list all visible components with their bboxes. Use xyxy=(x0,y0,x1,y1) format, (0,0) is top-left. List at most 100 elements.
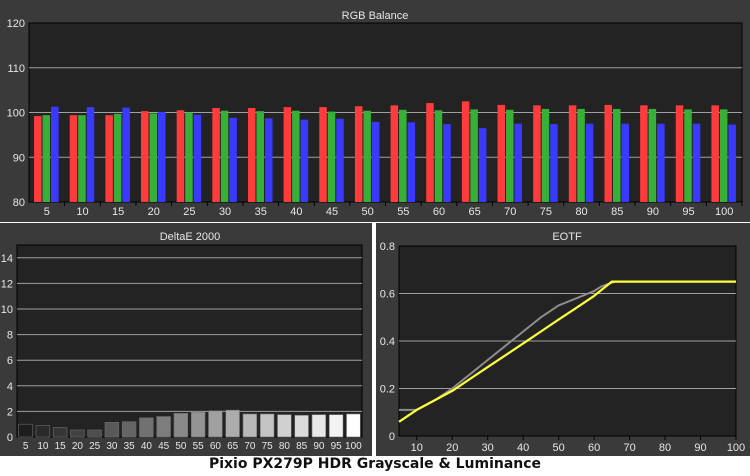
deltae-bar xyxy=(18,423,33,438)
deltae-bar xyxy=(173,413,189,438)
eotf-x-tick-label: 10 xyxy=(411,442,423,454)
eotf-chart-title: EOTF xyxy=(552,231,582,243)
rgb-bar-blue xyxy=(158,112,166,202)
rgb-bar-red xyxy=(640,105,648,202)
rgb-y-tick-label: 120 xyxy=(7,18,25,30)
rgb-x-tick-label: 85 xyxy=(611,206,623,218)
rgb-bar-blue xyxy=(229,117,237,202)
deltae-y-tick-label: 10 xyxy=(1,304,13,316)
rgb-bar-red xyxy=(533,105,541,202)
rgb-y-tick-label: 90 xyxy=(13,152,25,164)
rgb-bar-blue xyxy=(657,123,665,202)
rgb-bar-red xyxy=(176,110,185,202)
rgb-bar-green xyxy=(327,111,336,202)
rgb-x-tick-label: 90 xyxy=(647,206,659,218)
rgb-x-tick-label: 15 xyxy=(112,206,124,218)
eotf-y-tick-label: 0.8 xyxy=(380,241,395,253)
rgb-bar-green xyxy=(648,108,657,202)
deltae-y-tick-label: 4 xyxy=(7,381,13,393)
rgb-x-tick-label: 35 xyxy=(255,206,267,218)
deltae-x-tick-label: 90 xyxy=(313,441,325,452)
rgb-y-tick-label: 80 xyxy=(13,197,25,209)
deltae-x-tick-label: 75 xyxy=(262,441,274,452)
deltae-bar xyxy=(87,429,102,438)
rgb-y-tick-label: 110 xyxy=(7,63,25,75)
deltae-x-tick-label: 100 xyxy=(345,441,362,452)
deltae-bar xyxy=(311,414,327,438)
deltae-chart-title: DeltaE 2000 xyxy=(160,231,221,243)
rgb-x-tick-label: 95 xyxy=(682,206,694,218)
rgb-x-tick-label: 75 xyxy=(540,206,552,218)
deltae-x-tick-label: 95 xyxy=(331,441,343,452)
rgb-bar-green xyxy=(42,115,51,202)
deltae-bar xyxy=(52,427,68,438)
rgb-x-tick-label: 60 xyxy=(433,206,445,218)
rgb-bar-red xyxy=(319,107,327,202)
rgb-bar-green xyxy=(577,108,585,202)
rgb-bar-green xyxy=(78,115,86,202)
deltae-bar xyxy=(35,425,51,438)
deltae-x-tick-label: 60 xyxy=(210,441,222,452)
deltae-x-tick-label: 85 xyxy=(296,441,308,452)
rgb-bar-red xyxy=(69,115,78,202)
deltae-bar xyxy=(346,413,361,438)
deltae-bar xyxy=(277,414,292,438)
rgb-bar-green xyxy=(113,113,122,202)
rgb-bar-blue xyxy=(86,107,95,202)
deltae-x-tick-label: 65 xyxy=(227,441,239,452)
deltae-bar xyxy=(328,414,344,438)
rgb-bar-red xyxy=(461,101,470,202)
eotf-y-tick-label: 0.2 xyxy=(380,384,395,396)
rgb-x-tick-label: 5 xyxy=(44,206,50,218)
rgb-bar-blue xyxy=(193,114,202,202)
rgb-x-tick-label: 30 xyxy=(219,206,231,218)
rgb-bar-green xyxy=(612,108,621,202)
rgb-bar-green xyxy=(719,109,728,202)
rgb-bar-blue xyxy=(264,118,273,202)
rgb-bar-blue xyxy=(550,124,558,202)
deltae-x-tick-label: 70 xyxy=(244,441,256,452)
deltae-x-tick-label: 30 xyxy=(106,441,118,452)
deltae-y-tick-label: 6 xyxy=(7,355,13,367)
rgb-bar-blue xyxy=(122,107,130,202)
rgb-bar-blue xyxy=(478,128,487,202)
eotf-y-tick-label: 0.6 xyxy=(380,289,395,301)
eotf-x-tick-label: 50 xyxy=(553,442,565,454)
rgb-bar-blue xyxy=(728,124,736,202)
eotf-x-tick-label: 60 xyxy=(588,442,600,454)
rgb-bar-red xyxy=(354,106,363,202)
rgb-bar-green xyxy=(185,112,193,202)
rgb-bar-red xyxy=(426,103,434,202)
rgb-bar-green xyxy=(149,113,158,202)
rgb-bar-red xyxy=(675,105,684,202)
rgb-bar-blue xyxy=(336,118,344,202)
rgb-x-tick-label: 25 xyxy=(183,206,195,218)
deltae-x-tick-label: 10 xyxy=(37,441,49,452)
rgb-x-tick-label: 40 xyxy=(290,206,302,218)
rgb-x-tick-label: 10 xyxy=(76,206,88,218)
deltae-x-tick-label: 25 xyxy=(89,441,101,452)
deltae-y-tick-label: 8 xyxy=(7,330,13,342)
deltae-y-tick-label: 2 xyxy=(7,406,13,418)
deltae-bar xyxy=(139,417,154,438)
eotf-x-tick-label: 20 xyxy=(446,442,458,454)
rgb-y-tick-label: 100 xyxy=(7,108,25,120)
deltae-bar xyxy=(70,429,85,438)
deltae-x-tick-label: 35 xyxy=(124,441,136,452)
deltae-bar xyxy=(259,413,275,438)
deltae-y-tick-label: 14 xyxy=(1,253,13,265)
rgb-x-tick-label: 45 xyxy=(326,206,338,218)
rgb-bar-blue xyxy=(300,119,309,202)
deltae-bar xyxy=(294,414,309,438)
rgb-bar-blue xyxy=(407,122,416,202)
deltae-bar xyxy=(104,421,120,438)
rgb-x-tick-label: 50 xyxy=(362,206,374,218)
rgb-bar-red xyxy=(711,105,719,202)
figure-caption: Pixio PX279P HDR Grayscale & Luminance xyxy=(208,456,542,472)
rgb-bar-red xyxy=(247,108,256,202)
rgb-x-tick-label: 100 xyxy=(715,206,733,218)
rgb-bar-blue xyxy=(692,123,701,202)
rgb-bar-blue xyxy=(51,106,59,202)
eotf-chart: EOTF 0 0.2 0.4 0.6 0.8 10 20 30 40 50 60 70 80 90 100 xyxy=(376,223,750,456)
deltae-chart: DeltaE 2000 0 2 4 6 8 10 12 14 5 10 15 20 25 30 35 40 45… xyxy=(0,223,372,456)
